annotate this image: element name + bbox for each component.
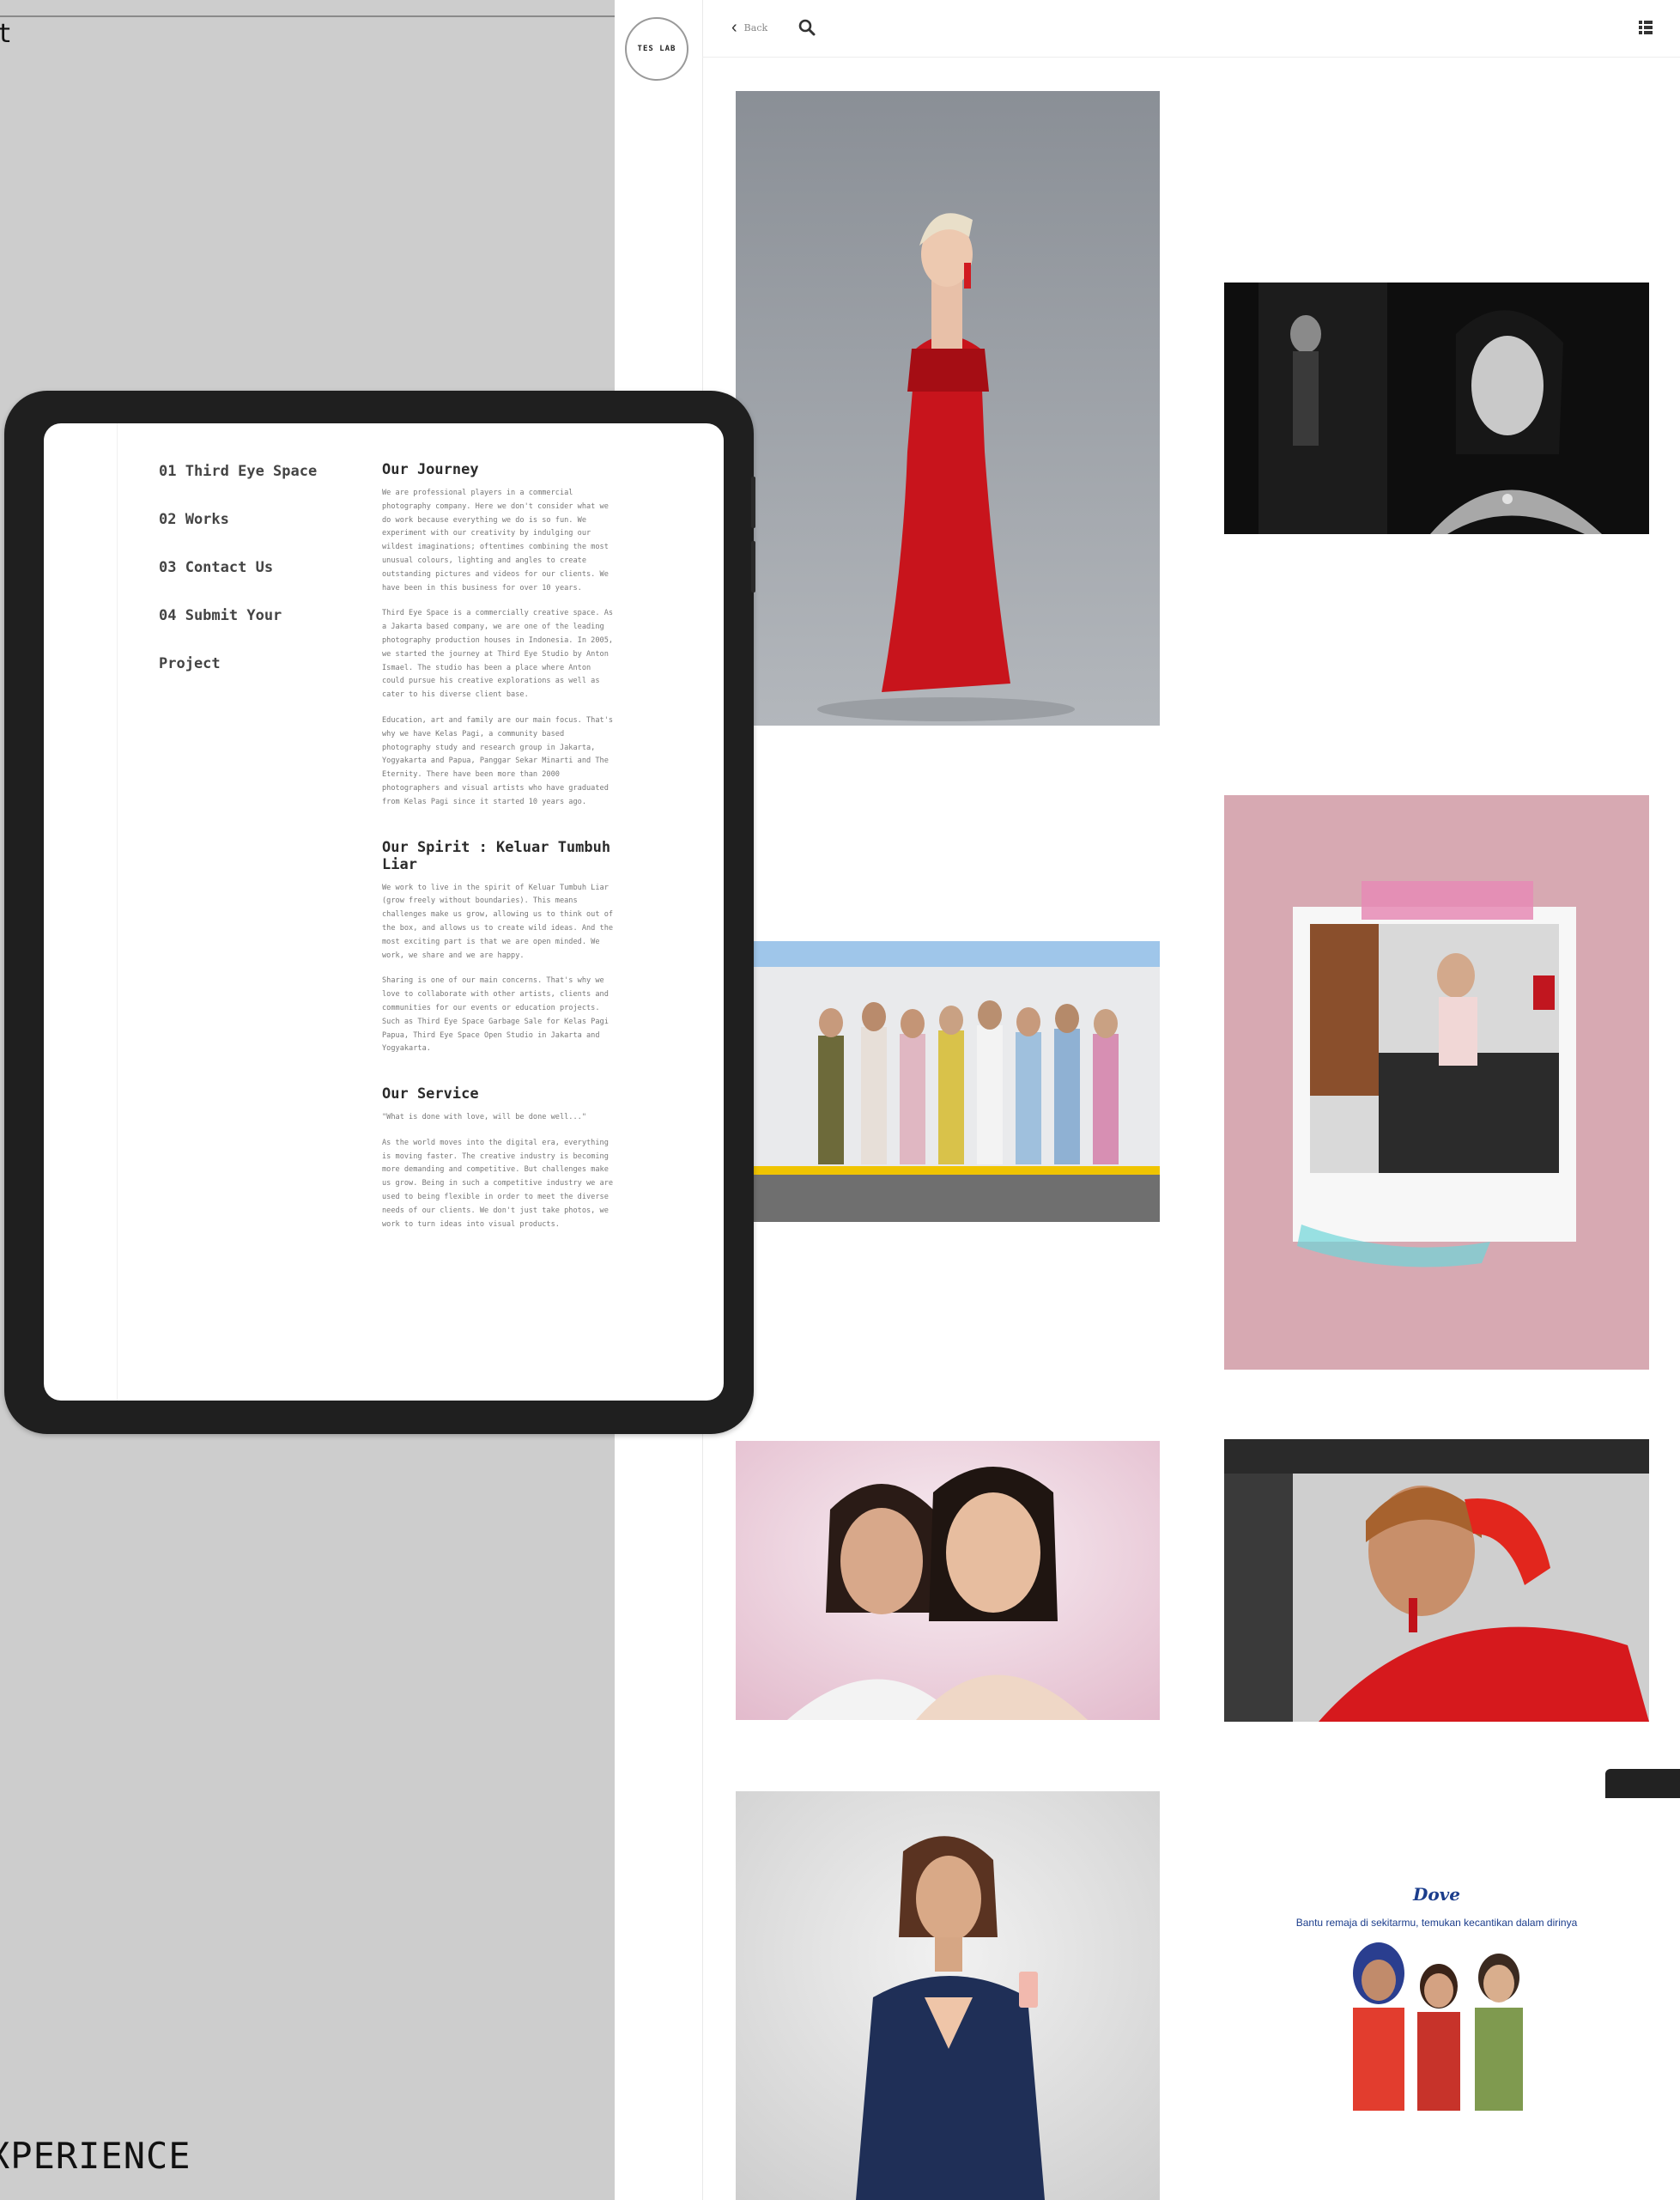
section-paragraph: "What is done with love, will be done we… xyxy=(382,1113,586,1122)
website-panel: TES LAB ‹ Back Dove Bantu remaja di seki… xyxy=(615,0,1680,2200)
back-button[interactable]: ‹ Back xyxy=(731,19,767,36)
corner-letter: t xyxy=(0,19,13,49)
nav-item-submit-your[interactable]: 04 Submit Your xyxy=(159,607,348,655)
site-logo[interactable]: TES LAB xyxy=(625,17,688,81)
tablet-nav: 01 Third Eye Space 02 Works 03 Contact U… xyxy=(159,463,348,703)
section-title: Our Spirit : Keluar Tumbuh Liar xyxy=(382,838,611,873)
dove-logo: Dove xyxy=(1412,1884,1461,1905)
nav-item-contact-us[interactable]: 03 Contact Us xyxy=(159,559,348,607)
section-our-spirit: Our Spirit : Keluar Tumbuh Liar We work … xyxy=(382,839,616,1057)
back-label: Back xyxy=(743,21,768,33)
polaroid-kitchen[interactable] xyxy=(1224,795,1649,1370)
screen-guide-line xyxy=(117,423,118,1401)
tablet-content: Our Journey We are professional players … xyxy=(382,461,616,1261)
dove-ad[interactable]: Dove Bantu remaja di sekitarmu, temukan … xyxy=(1224,1870,1649,2128)
chevron-left-icon: ‹ xyxy=(731,18,737,37)
section-paragraph: We work to live in the spirit of Keluar … xyxy=(382,883,614,960)
footer-text: XPERIENCE xyxy=(0,2135,191,2177)
search-icon[interactable] xyxy=(797,17,817,38)
black-white-portrait[interactable] xyxy=(1224,283,1649,534)
section-title: Our Journey xyxy=(382,461,479,478)
nav-item-third-eye-space[interactable]: 01 Third Eye Space xyxy=(159,463,348,511)
section-paragraph: As the world moves into the digital era,… xyxy=(382,1138,614,1229)
background-rule xyxy=(0,15,615,17)
nav-item-project[interactable]: Project xyxy=(159,655,348,703)
partial-device-edge xyxy=(1605,1769,1680,1798)
red-gown-portrait[interactable] xyxy=(736,91,1160,726)
grid-menu-icon[interactable] xyxy=(1637,19,1654,36)
section-title: Our Service xyxy=(382,1085,479,1103)
lipstick-car[interactable] xyxy=(1224,1439,1649,1722)
section-our-journey: Our Journey We are professional players … xyxy=(382,461,616,810)
tablet-device: 01 Third Eye Space 02 Works 03 Contact U… xyxy=(4,391,755,1434)
two-women-beauty[interactable] xyxy=(736,1441,1160,1720)
tablet-side-button xyxy=(751,541,755,593)
section-paragraph: We are professional players in a commerc… xyxy=(382,489,609,593)
section-paragraph: Sharing is one of our main concerns. Tha… xyxy=(382,976,609,1054)
section-our-service: Our Service "What is done with love, wil… xyxy=(382,1085,616,1231)
dove-ad-illustration xyxy=(1353,1942,1523,2111)
navy-suit-portrait[interactable] xyxy=(736,1791,1160,2200)
nav-item-works[interactable]: 02 Works xyxy=(159,511,348,559)
top-bar: ‹ Back xyxy=(702,0,1680,58)
section-paragraph: Third Eye Space is a commercially creati… xyxy=(382,609,614,700)
group-photo[interactable] xyxy=(754,941,1160,1222)
dove-headline: Bantu remaja di sekitarmu, temukan kecan… xyxy=(1295,1917,1578,1929)
tablet-screen: 01 Third Eye Space 02 Works 03 Contact U… xyxy=(44,423,724,1401)
section-paragraph: Education, art and family are our main f… xyxy=(382,715,614,806)
tablet-side-button xyxy=(751,477,755,528)
